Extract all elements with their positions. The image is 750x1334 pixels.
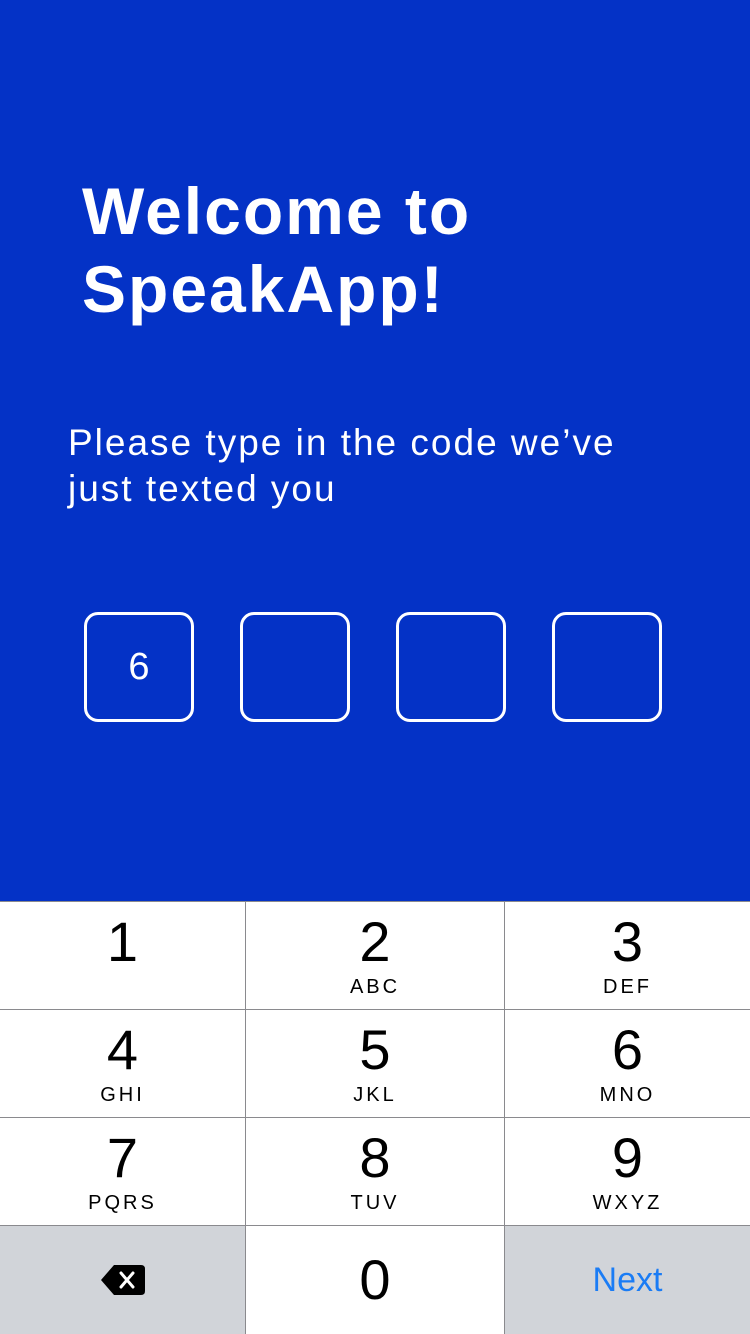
- key-letters: DEF: [603, 976, 652, 998]
- key-letters: GHI: [100, 1084, 145, 1106]
- key-6[interactable]: 6 MNO: [505, 1010, 750, 1117]
- key-8[interactable]: 8 TUV: [246, 1118, 504, 1225]
- key-4[interactable]: 4 GHI: [0, 1010, 245, 1117]
- key-letters: ABC: [349, 976, 401, 998]
- key-letters: TUV: [350, 1192, 400, 1214]
- instruction-line-2: just texted you: [68, 468, 337, 509]
- verification-screen: Welcome to SpeakApp! Please type in the …: [0, 0, 750, 1334]
- key-digit: 8: [359, 1126, 391, 1189]
- numeric-keypad: 1 2 ABC 3 DEF 4 GHI 5 JKL 6 MNO 7 PQRS 8…: [0, 901, 750, 1334]
- backspace-icon: [100, 1265, 145, 1295]
- key-digit: 0: [359, 1248, 391, 1311]
- key-letters: MNO: [599, 1084, 656, 1106]
- delete-button[interactable]: [0, 1226, 245, 1334]
- key-letters: JKL: [353, 1084, 397, 1106]
- code-digit-4[interactable]: [552, 612, 662, 722]
- title-line-1: Welcome to: [82, 174, 472, 248]
- key-5[interactable]: 5 JKL: [246, 1010, 504, 1117]
- next-button-label: Next: [592, 1260, 663, 1299]
- key-9[interactable]: 9 WXYZ: [505, 1118, 750, 1225]
- instruction-line-1: Please type in the code we’ve: [68, 422, 616, 463]
- next-button[interactable]: Next: [505, 1226, 750, 1334]
- key-letters: PQRS: [88, 1192, 157, 1214]
- key-digit: 3: [611, 910, 644, 973]
- key-3[interactable]: 3 DEF: [505, 902, 750, 1009]
- key-1[interactable]: 1: [0, 902, 245, 1009]
- key-7[interactable]: 7 PQRS: [0, 1118, 245, 1225]
- key-digit: 5: [359, 1018, 391, 1081]
- title-line-2: SpeakApp!: [82, 252, 445, 326]
- code-digit-3[interactable]: [396, 612, 506, 722]
- code-digit-1[interactable]: 6: [84, 612, 194, 722]
- key-digit: 6: [611, 1018, 644, 1081]
- code-digit-2[interactable]: [240, 612, 350, 722]
- key-letters: WXYZ: [592, 1192, 663, 1214]
- key-digit: 2: [359, 910, 391, 973]
- key-digit: 7: [106, 1126, 139, 1189]
- key-2[interactable]: 2 ABC: [246, 902, 504, 1009]
- instruction-text: Please type in the code we’ve just texte…: [68, 420, 708, 512]
- key-0[interactable]: 0: [246, 1226, 504, 1334]
- page-title: Welcome to SpeakApp!: [82, 172, 682, 328]
- key-digit: 9: [611, 1126, 644, 1189]
- key-digit: 1: [106, 910, 139, 973]
- key-digit: 4: [106, 1018, 139, 1081]
